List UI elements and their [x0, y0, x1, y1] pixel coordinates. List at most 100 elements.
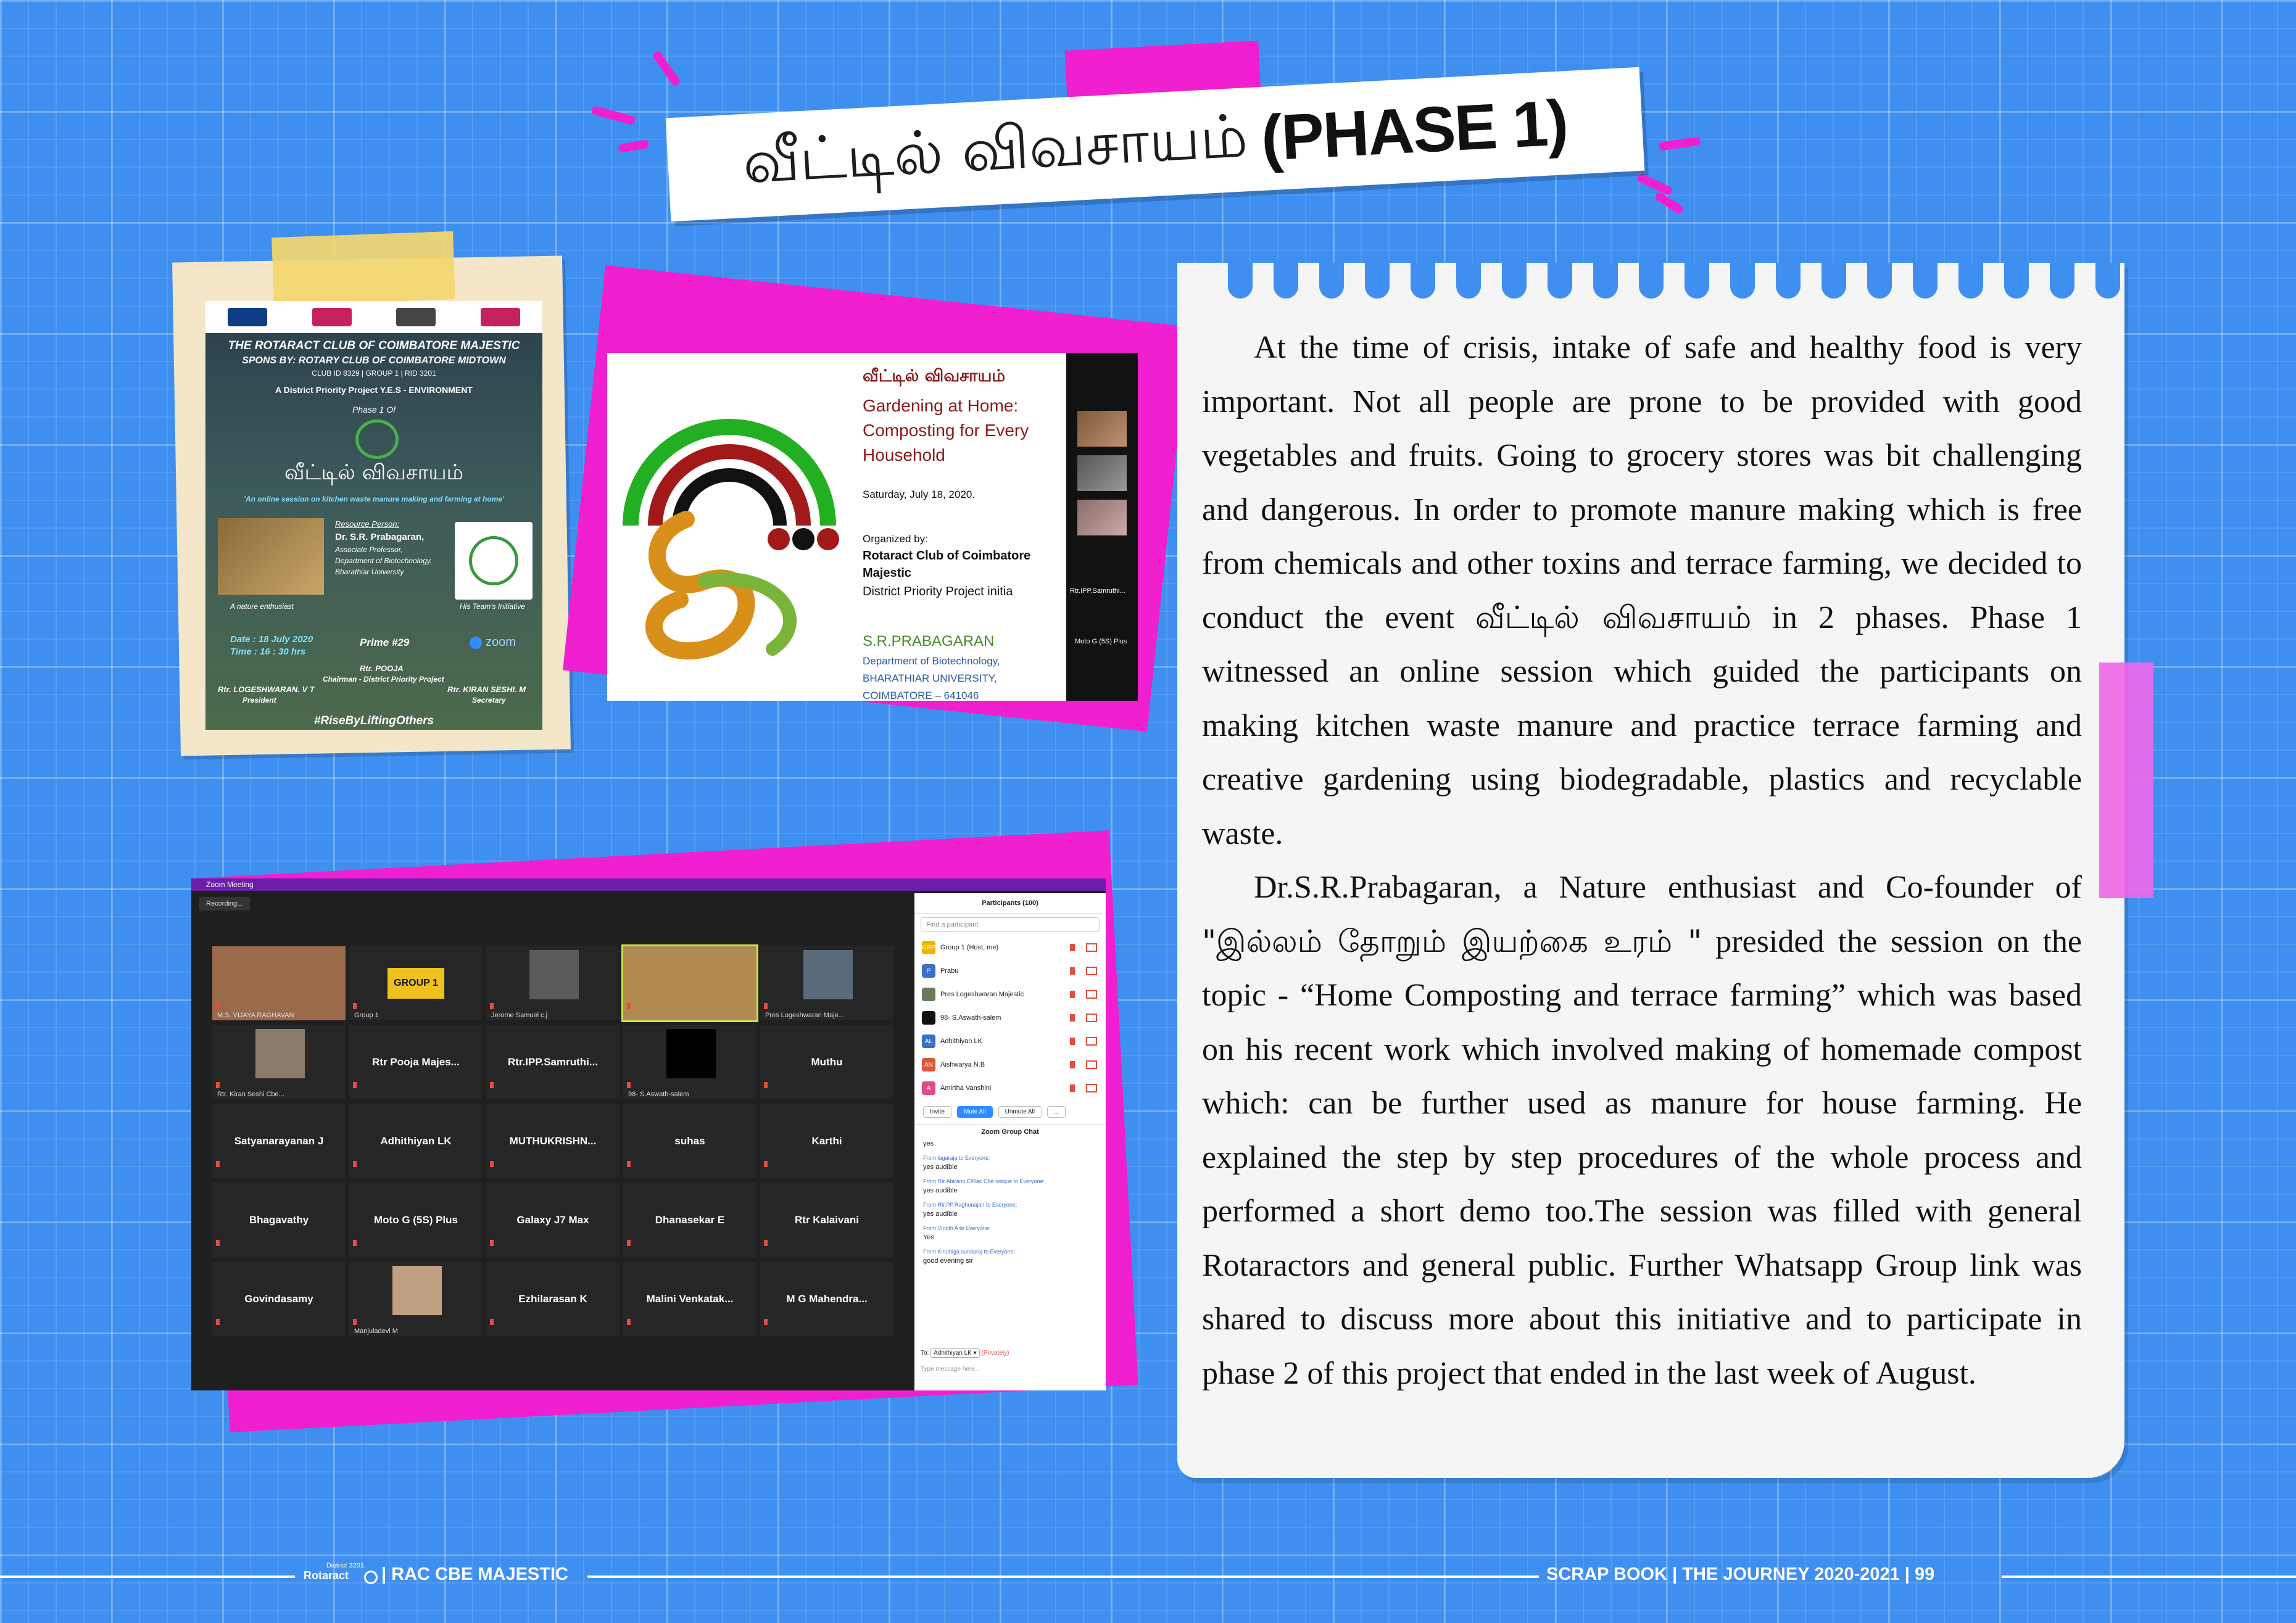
recipient-select[interactable]: Adhithiyan LK ▾ [930, 1348, 980, 1358]
muted-mic-icon [627, 1161, 631, 1167]
binder-ring [2050, 263, 2074, 299]
more-button[interactable]: ... [1047, 1106, 1066, 1118]
muted-mic-icon [1070, 1014, 1075, 1022]
tile-name: M G Mahendra... [786, 1293, 868, 1305]
video-tile[interactable]: Manjuladevi M [349, 1262, 483, 1336]
muted-mic-icon [1070, 967, 1075, 975]
participant-row[interactable]: GRP Group 1 (Host, me) [914, 936, 1106, 959]
participant-row[interactable]: P Prabu [914, 959, 1106, 983]
camera-off-icon [1086, 990, 1097, 999]
event-poster: THE ROTARACT CLUB OF COIMBATORE MAJESTIC… [205, 301, 542, 730]
video-tile[interactable]: MUTHUKRISHN... [486, 1104, 620, 1178]
zoom-logo-icon [470, 637, 482, 649]
muted-mic-icon [353, 1319, 357, 1325]
video-tile[interactable]: Satyanarayanan J [212, 1104, 346, 1178]
video-tile[interactable]: M G Mahendra... [760, 1262, 893, 1336]
find-participant-input[interactable]: Find a participant [921, 917, 1100, 932]
chat-message: yes audible [923, 1210, 958, 1218]
invite-button[interactable]: Invite [923, 1106, 951, 1118]
video-tile[interactable]: GROUP 1 Group 1 [349, 946, 483, 1020]
poster-president-role: President [242, 696, 276, 704]
tile-name: Adhithiyan LK [380, 1135, 452, 1147]
binder-ring [1593, 263, 1618, 299]
muted-mic-icon [1070, 1061, 1075, 1068]
binder-ring [1730, 263, 1755, 299]
zoom-window: Zoom Meeting Recording... M.S. VIJAYA RA… [191, 878, 1106, 1390]
slide-org-1: Rotaract Club of Coimbatore [863, 549, 1031, 563]
video-tile[interactable]: Malini Venkatak... [623, 1262, 756, 1336]
footer-line-left [0, 1576, 295, 1578]
mute-all-button[interactable]: Mute All [956, 1106, 993, 1118]
binder-ring [1958, 263, 1983, 299]
muted-mic-icon [490, 1003, 494, 1009]
video-tile[interactable]: M.S. VIJAYA RAGHAVAN [212, 946, 346, 1020]
unmute-all-button[interactable]: Unmute All [998, 1106, 1042, 1118]
chat-message: yes audible [923, 1163, 958, 1171]
video-tile[interactable]: Karthi [760, 1104, 893, 1178]
participant-avatar [922, 988, 935, 1001]
zoom-window-title: Zoom Meeting [206, 880, 254, 889]
video-tile[interactable]: Rtr.IPP.Samruthi... [486, 1025, 620, 1099]
participant-row[interactable]: AL Adhithiyan LK [914, 1030, 1106, 1053]
muted-mic-icon [490, 1082, 494, 1088]
video-tile[interactable] [621, 944, 758, 1022]
poster-role1: Associate Professor, [335, 545, 403, 554]
tile-label: Jerome Samuel c.j [491, 1012, 548, 1019]
binder-ring [1228, 263, 1253, 299]
muted-mic-icon [1070, 1038, 1075, 1045]
video-tile[interactable]: Ezhilarasan K [486, 1262, 620, 1336]
video-tile[interactable]: Pres Logeshwaran Maje... [760, 946, 893, 1020]
video-tile[interactable]: Rtr Pooja Majes... [349, 1025, 483, 1099]
participant-name: Pres Logeshwaran Majestic [940, 991, 1024, 998]
camera-off-icon [1086, 943, 1097, 952]
video-tile[interactable]: Jerome Samuel c.j [486, 946, 620, 1020]
video-tile[interactable]: Bhagavathy [212, 1183, 346, 1257]
tile-name: Bhagavathy [249, 1214, 309, 1226]
video-tile[interactable]: suhas [623, 1104, 756, 1178]
binder-ring [2095, 263, 2120, 299]
video-tile[interactable]: Govindasamy [212, 1262, 346, 1336]
muted-mic-icon [353, 1161, 357, 1167]
video-tile[interactable]: 98- S.Aswath-salem [623, 1025, 756, 1099]
slide-org-3: District Priority Project initia [863, 585, 1013, 598]
tile-label: M.S. VIJAYA RAGHAVAN [217, 1012, 294, 1019]
participant-avatar: P [922, 964, 935, 978]
participant-row[interactable]: 98- S.Aswath-salem [914, 1006, 1106, 1030]
muted-mic-icon [353, 1003, 357, 1009]
poster-prime: Prime #29 [360, 637, 410, 648]
video-tile[interactable]: Moto G (5S) Plus [349, 1183, 483, 1257]
binder-ring [1821, 263, 1846, 299]
video-tile[interactable]: Rtr. Kiran Seshi Cbe... [212, 1025, 346, 1099]
tile-name: Malini Venkatak... [646, 1293, 734, 1305]
camera-off-icon [1086, 1014, 1097, 1022]
poster-project: A District Priority Project Y.E.S - ENVI… [275, 385, 473, 395]
poster-zoom: zoom [486, 635, 516, 649]
video-tile[interactable]: Dhanasekar E [623, 1183, 756, 1257]
recording-indicator[interactable]: Recording... [199, 897, 251, 911]
participant-row[interactable]: Pres Logeshwaran Majestic [914, 983, 1106, 1006]
slide-city: COIMBATORE – 641046 [863, 690, 979, 701]
paragraph-1-b: in 2 phases. Phase 1 witnessed an online… [1202, 600, 2082, 851]
poster-club: THE ROTARACT CLUB OF COIMBATORE MAJESTIC [228, 339, 520, 352]
muted-mic-icon [1070, 944, 1075, 951]
participant-photo [529, 950, 579, 999]
poster-date: Date : 18 July 2020 [230, 634, 313, 645]
poster-chair-name: Rtr. POOJA [360, 664, 404, 673]
poster-president-name: Rtr. LOGESHWARAN. V T [218, 685, 315, 694]
district-label: District 3201 [326, 1562, 364, 1569]
camera-off-icon [1086, 1060, 1097, 1069]
tile-name: Rtr.IPP.Samruthi... [507, 1056, 599, 1068]
video-tile[interactable]: Muthu [760, 1025, 893, 1099]
participant-name: Adhithiyan LK [940, 1038, 982, 1045]
chat-input[interactable]: Type message here... [921, 1366, 980, 1373]
video-tile[interactable]: Adhithiyan LK [349, 1104, 483, 1178]
muted-mic-icon [1070, 991, 1075, 998]
participant-avatar [922, 1011, 935, 1025]
video-tile[interactable]: Galaxy J7 Max [486, 1183, 620, 1257]
participant-row[interactable]: A Amirtha Vanshini [914, 1076, 1106, 1100]
strip-label-2: Moto G (5S) Plus [1075, 638, 1127, 645]
participant-row[interactable]: AN Aishwarya N.B [914, 1053, 1106, 1076]
tile-name: suhas [674, 1135, 705, 1147]
tile-label: Group 1 [354, 1012, 379, 1019]
video-tile[interactable]: Rtr Kalaivani [760, 1183, 893, 1257]
